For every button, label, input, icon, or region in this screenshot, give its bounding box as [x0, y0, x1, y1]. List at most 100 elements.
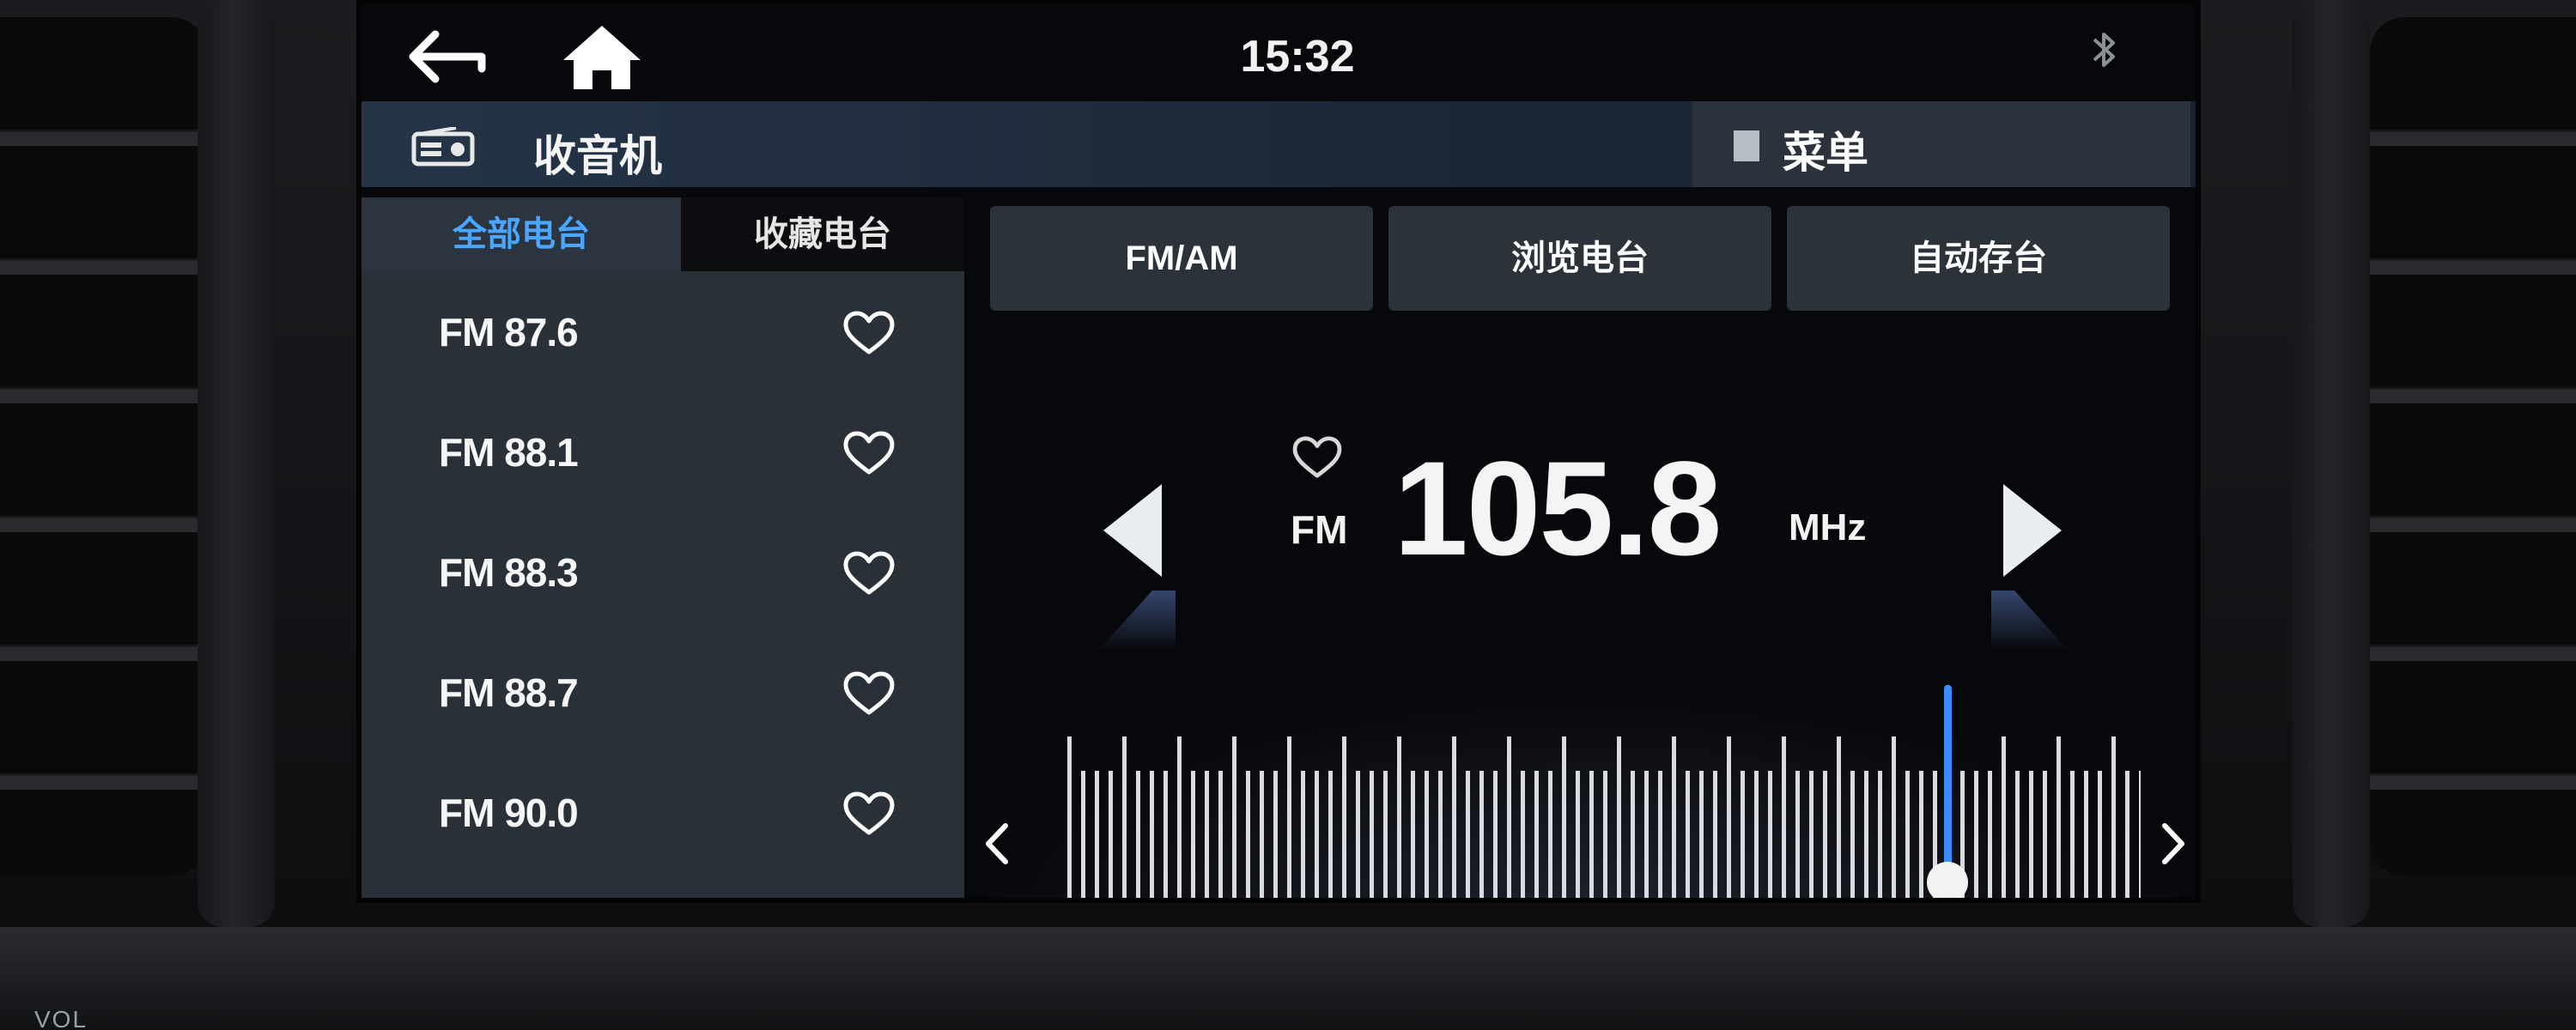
seek-previous-glow: [1098, 591, 1176, 651]
station-name: FM 88.3: [439, 550, 579, 595]
seek-next-button[interactable]: [1986, 479, 2072, 582]
heart-outline-icon[interactable]: [842, 311, 896, 355]
tuner-tick: [1315, 771, 1319, 898]
tuner-scale[interactable]: [964, 685, 2196, 903]
home-button[interactable]: [555, 21, 649, 94]
tuner-tick: [2111, 736, 2116, 898]
tuner-tick: [1438, 771, 1443, 898]
frequency-display: 105.8: [1394, 434, 1722, 584]
back-button[interactable]: [404, 22, 499, 91]
tuner-tick: [1328, 771, 1333, 898]
tuner-tick: [1205, 771, 1209, 898]
tuner-tick: [1576, 771, 1580, 898]
tuner-tick: [1177, 736, 1182, 898]
right-air-vent: [2370, 17, 2576, 876]
tuner-tick: [1218, 771, 1223, 898]
tuner-tick: [2098, 771, 2102, 898]
heart-outline-icon[interactable]: [842, 431, 896, 476]
tuner-needle: [1944, 685, 1952, 882]
clock: 15:32: [1240, 32, 1355, 82]
station-list-item[interactable]: FM 88.1: [361, 391, 964, 512]
tuner-panel: FM/AM 浏览电台 自动存台 FM 105.8 MHz: [964, 187, 2196, 903]
tuner-tick: [1823, 771, 1827, 898]
tuner-scale-ticks: [1067, 685, 2141, 903]
tuner-tick: [1631, 771, 1635, 898]
tuner-tick: [1095, 771, 1099, 898]
tuner-tick: [1644, 771, 1649, 898]
tuner-tick: [1521, 771, 1525, 898]
radio-icon: [411, 126, 475, 167]
auto-store-button[interactable]: 自动存台: [1787, 206, 2170, 311]
heart-outline-icon[interactable]: [842, 791, 896, 836]
tuner-tick: [1273, 771, 1278, 898]
tuner-tick: [1864, 771, 1868, 898]
bluetooth-icon: [2087, 24, 2122, 76]
lower-dashboard-trim: [0, 927, 2576, 1030]
heart-outline-icon[interactable]: [1291, 436, 1344, 479]
infotainment-screen: 15:32 收音机 菜单 全部电台 收藏电台 FM 87.6 FM 88.1 F…: [356, 0, 2201, 903]
tuner-tick: [1699, 771, 1704, 898]
fm-am-button[interactable]: FM/AM: [990, 206, 1373, 311]
tuner-tick: [2043, 771, 2047, 898]
heart-outline-icon[interactable]: [842, 551, 896, 596]
tuner-tick: [1122, 736, 1127, 898]
tuner-tick: [1067, 736, 1072, 898]
tuner-knob[interactable]: [1927, 862, 1968, 903]
tuner-tick: [1246, 771, 1250, 898]
tuner-tick: [1466, 771, 1470, 898]
tuner-tick: [1383, 771, 1388, 898]
tuner-tick: [1479, 771, 1484, 898]
tuner-tick: [2002, 736, 2006, 898]
station-list-item[interactable]: FM 90.0: [361, 752, 964, 872]
tuner-tick: [1232, 736, 1236, 898]
tuner-tick: [1768, 771, 1772, 898]
tuner-tick: [1727, 736, 1731, 898]
tuner-tick: [1809, 771, 1814, 898]
station-list-item[interactable]: FM 87.6: [361, 271, 964, 391]
seek-previous-button[interactable]: [1093, 479, 1179, 582]
station-list-item[interactable]: FM 88.7: [361, 632, 964, 752]
tuner-tick: [1686, 771, 1690, 898]
tuner-tick: [1287, 736, 1291, 898]
tuner-tick: [1301, 771, 1305, 898]
tuner-tick: [1081, 771, 1085, 898]
tuner-tick: [2029, 771, 2033, 898]
station-name: FM 90.0: [439, 791, 579, 835]
tuner-tick: [2139, 771, 2141, 898]
tuner-tick: [2057, 736, 2061, 898]
tuner-tick: [1493, 771, 1498, 898]
tuner-tick: [1397, 736, 1401, 898]
tuner-tick: [1136, 771, 1140, 898]
tuner-tick: [1782, 736, 1786, 898]
station-list-item[interactable]: FM 88.3: [361, 512, 964, 632]
tuner-tick: [1919, 771, 1923, 898]
tuner-tick: [1507, 736, 1511, 898]
tuner-tick: [1411, 771, 1415, 898]
menu-label: 菜单: [1783, 129, 1868, 177]
tuner-tick: [1754, 771, 1759, 898]
tuner-tick: [1150, 771, 1154, 898]
heart-outline-icon[interactable]: [842, 671, 896, 716]
back-arrow-icon: [409, 30, 486, 83]
tuner-tick: [1988, 771, 1992, 898]
chevron-right-icon[interactable]: [2151, 814, 2194, 874]
tab-all-stations[interactable]: 全部电台: [361, 197, 681, 271]
status-bar: 15:32: [361, 5, 2196, 100]
tuner-tick: [1905, 771, 1910, 898]
tuner-tick: [1603, 771, 1607, 898]
tuner-tick: [1260, 771, 1264, 898]
menu-button[interactable]: 菜单: [1692, 101, 2190, 187]
tab-favorite-stations[interactable]: 收藏电台: [681, 197, 964, 271]
menu-icon: [1734, 130, 1759, 161]
tuner-tick: [1163, 771, 1168, 898]
tuner-tick: [1425, 771, 1429, 898]
station-list: FM 87.6 FM 88.1 FM 88.3 FM 88.7 FM 90.0: [361, 271, 964, 898]
vol-label: VOL: [34, 1006, 88, 1030]
chevron-left-icon[interactable]: [976, 814, 1019, 874]
triangle-right-icon: [2003, 484, 2062, 577]
tuner-tick: [1658, 771, 1662, 898]
triangle-left-icon: [1103, 484, 1162, 577]
tuner-tick: [1342, 736, 1346, 898]
browse-stations-button[interactable]: 浏览电台: [1388, 206, 1771, 311]
frequency-unit: MHz: [1789, 506, 1867, 548]
